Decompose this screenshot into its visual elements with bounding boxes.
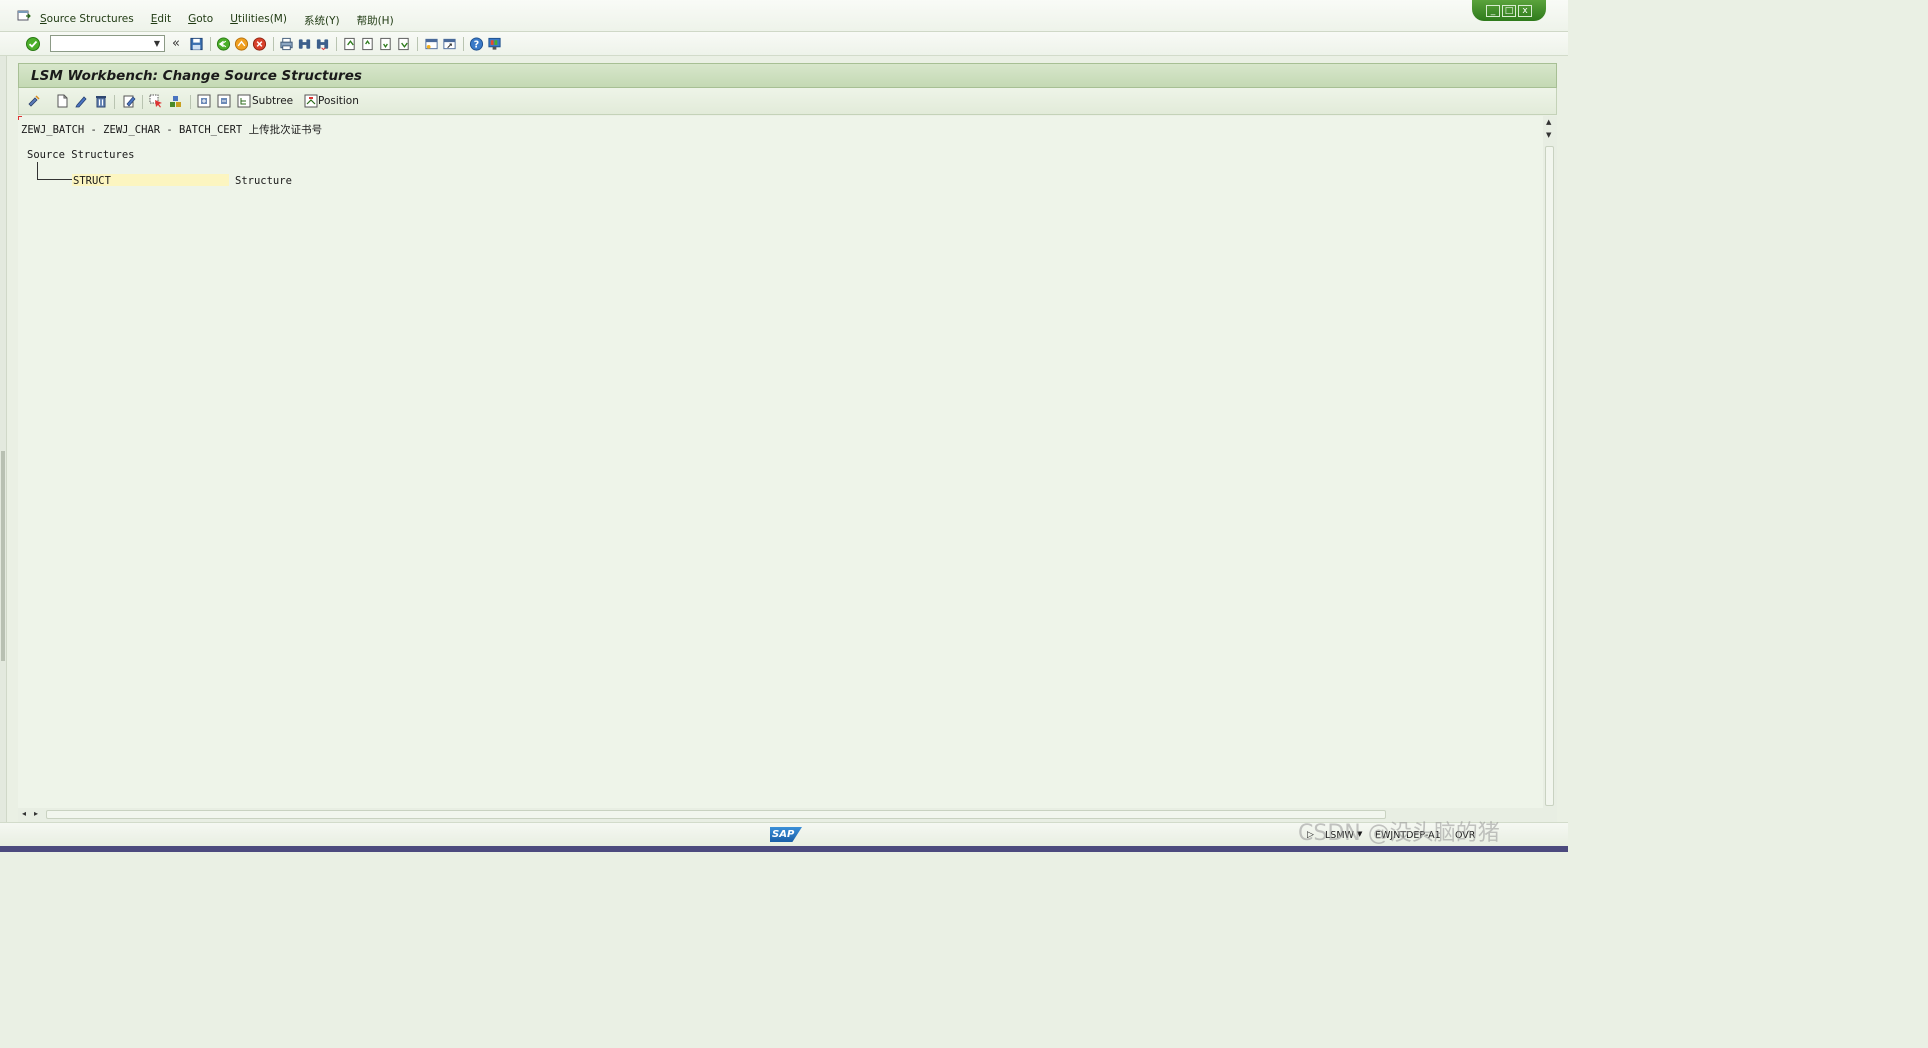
separator <box>336 37 337 51</box>
sap-gui-window: Source Structures Edit Goto Utilities(M) 系统(… <box>0 0 1568 852</box>
separator <box>463 37 464 51</box>
tree-root-node[interactable]: Source Structures <box>27 149 134 161</box>
tree-content-area: ZEWJ_BATCH - ZEWJ_CHAR - BATCH_CERT 上传批次… <box>18 116 1543 808</box>
command-history-toggle[interactable]: « <box>172 36 180 54</box>
previous-page-icon[interactable] <box>360 35 375 53</box>
last-page-icon[interactable] <box>396 35 411 53</box>
menu-bar: Source Structures Edit Goto Utilities(M) 系统(… <box>0 0 1568 32</box>
scroll-up-icon[interactable]: ▲ <box>1546 118 1551 126</box>
left-edge-panel <box>0 56 7 822</box>
find-next-icon[interactable] <box>315 35 330 53</box>
print-icon[interactable] <box>279 35 294 53</box>
menu-item-3[interactable]: Utilities(M) <box>230 13 287 28</box>
watermark-text: CSDN @没头脑的猪 <box>1298 821 1500 846</box>
save-icon[interactable] <box>189 35 204 53</box>
menu-item-2[interactable]: Goto <box>188 13 213 28</box>
customize-layout-icon[interactable] <box>487 35 502 53</box>
expand-icon[interactable] <box>197 94 211 108</box>
tree-connector <box>37 162 38 179</box>
select-block-icon[interactable] <box>169 94 183 108</box>
close-button[interactable]: x <box>1518 4 1532 17</box>
taskbar-strip <box>0 846 1568 852</box>
tree-node-struct[interactable]: STRUCT <box>73 175 111 187</box>
tree-node-description: Structure <box>235 175 292 187</box>
scroll-left-icon[interactable]: ◂ <box>22 809 26 818</box>
window-controls: _ □ x <box>1472 0 1546 21</box>
sap-logo: SAP <box>770 827 802 842</box>
separator <box>142 95 143 109</box>
scroll-down-icon[interactable]: ▼ <box>1546 131 1551 139</box>
minimize-button[interactable]: _ <box>1486 4 1500 17</box>
find-icon[interactable] <box>297 35 312 53</box>
svg-text:?: ? <box>474 39 479 50</box>
change-pencil-icon[interactable] <box>74 94 88 108</box>
page-title: LSM Workbench: Change Source Structures <box>31 68 362 84</box>
vertical-scroll-track[interactable] <box>1545 146 1554 806</box>
exit-icon[interactable] <box>234 35 249 53</box>
subtree-button[interactable]: Subtree <box>252 95 293 107</box>
next-page-icon[interactable] <box>378 35 393 53</box>
subtree-icon[interactable] <box>237 94 251 108</box>
cancel-icon[interactable] <box>252 35 267 53</box>
maximize-button[interactable]: □ <box>1502 4 1516 17</box>
position-icon[interactable] <box>304 94 318 108</box>
edit-document-icon[interactable] <box>122 94 136 108</box>
help-icon[interactable]: ? <box>469 35 484 53</box>
separator <box>273 37 274 51</box>
first-page-icon[interactable] <box>342 35 357 53</box>
menu-item-5[interactable]: 帮助(H) <box>357 13 394 28</box>
chevron-down-icon[interactable]: ▼ <box>151 37 163 50</box>
horizontal-scroll-track[interactable] <box>46 810 1386 819</box>
create-icon[interactable] <box>55 94 69 108</box>
vertical-scrollbar[interactable]: ▲ ▼ <box>1543 116 1557 808</box>
delete-trash-icon[interactable] <box>94 94 108 108</box>
application-toolbar: Subtree Position <box>18 88 1557 115</box>
separator <box>114 95 115 109</box>
collapse-icon[interactable] <box>217 94 231 108</box>
title-bar: LSM Workbench: Change Source Structures <box>18 63 1557 88</box>
system-menu-icon[interactable] <box>17 10 31 22</box>
tree-connector <box>37 179 72 180</box>
display-change-icon[interactable] <box>27 94 41 108</box>
select-icon[interactable] <box>149 94 163 108</box>
position-button[interactable]: Position <box>318 95 359 107</box>
menu-item-0[interactable]: Source Structures <box>40 13 134 28</box>
command-field[interactable]: ▼ <box>50 35 165 52</box>
back-icon[interactable] <box>216 35 231 53</box>
menu-item-4[interactable]: 系统(Y) <box>304 13 340 28</box>
corner-marker <box>18 116 22 120</box>
separator <box>190 95 191 109</box>
separator <box>210 37 211 51</box>
enter-check-icon[interactable] <box>25 35 41 53</box>
create-session-icon[interactable] <box>424 35 439 53</box>
separator <box>417 37 418 51</box>
shortcut-icon[interactable] <box>442 35 457 53</box>
left-edge-handle[interactable] <box>1 451 5 661</box>
standard-toolbar: ▼ « ? <box>0 32 1568 56</box>
menu-item-1[interactable]: Edit <box>151 13 171 28</box>
structure-header-line: ZEWJ_BATCH - ZEWJ_CHAR - BATCH_CERT 上传批次… <box>21 124 323 136</box>
menu-items: Source Structures Edit Goto Utilities(M) 系统(… <box>40 13 411 28</box>
scroll-right-icon[interactable]: ▸ <box>34 809 38 818</box>
